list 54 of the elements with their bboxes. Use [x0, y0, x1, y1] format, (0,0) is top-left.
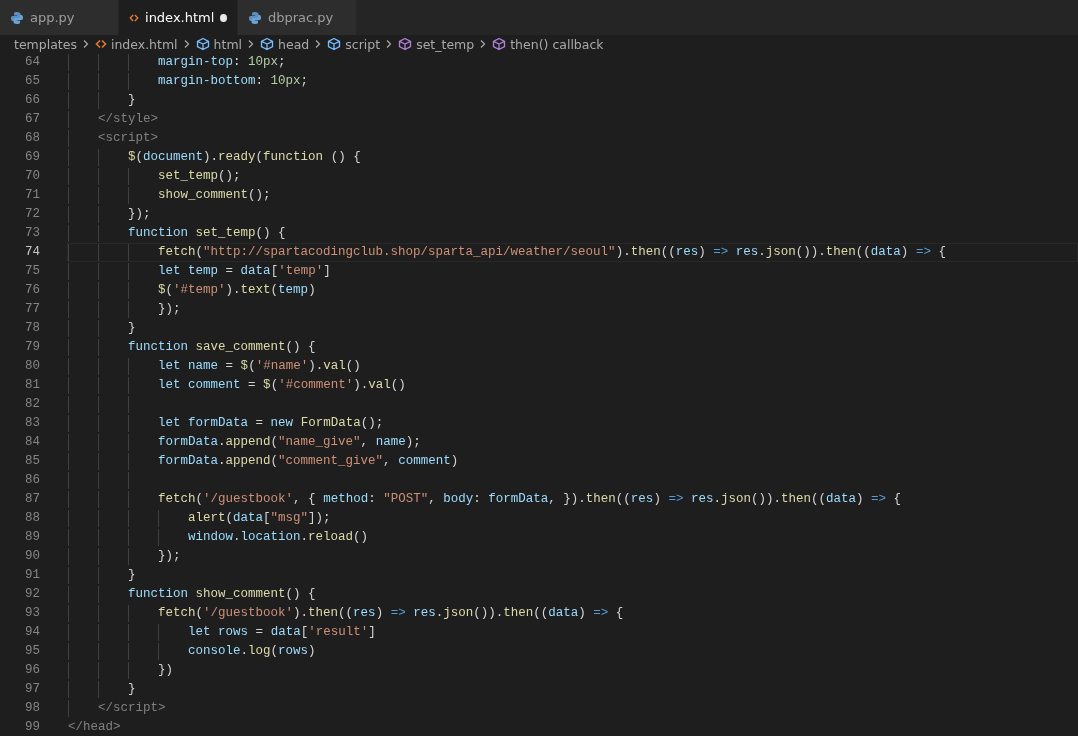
breadcrumb-item[interactable]: templates	[14, 36, 77, 52]
line-number: 84	[24, 434, 40, 451]
line-number: 83	[24, 415, 40, 432]
breadcrumb-item[interactable]: html	[213, 36, 243, 52]
python-icon	[248, 10, 262, 25]
line-number: 91	[24, 567, 40, 584]
line-number: 89	[24, 529, 40, 546]
line-number: 68	[24, 130, 40, 147]
line-number: 67	[24, 111, 40, 128]
line-number: 90	[24, 548, 40, 565]
line-number: 93	[24, 605, 40, 622]
line-number: 71	[24, 187, 40, 204]
file-tab[interactable]: dbprac.py	[238, 0, 357, 35]
line-number: 92	[24, 586, 40, 603]
cube-icon	[398, 37, 413, 51]
line-number: 96	[24, 662, 40, 679]
line-number: 78	[24, 320, 40, 337]
file-tab[interactable]: index.html	[119, 0, 238, 35]
line-number: 87	[24, 491, 40, 508]
line-number: 64	[24, 54, 40, 71]
code-brackets-icon	[94, 38, 107, 50]
line-number: 76	[24, 282, 40, 299]
line-number: 66	[24, 92, 40, 109]
line-number: 95	[24, 643, 40, 660]
breadcrumb-item[interactable]: then() callback	[510, 36, 604, 52]
line-number: 72	[24, 206, 40, 223]
file-tab[interactable]: app.py	[0, 0, 119, 35]
line-number: 88	[24, 510, 40, 527]
line-number: 94	[24, 624, 40, 641]
line-number: 82	[24, 396, 40, 413]
breadcrumb-item[interactable]: script	[345, 36, 381, 52]
line-number: 75	[24, 263, 40, 280]
line-number: 81	[24, 377, 40, 394]
breadcrumb-item[interactable]: set_temp	[416, 36, 475, 52]
breadcrumb-item[interactable]: index.html	[110, 36, 178, 52]
breadcrumb-item[interactable]: head	[278, 36, 310, 52]
line-number: 80	[24, 358, 40, 375]
line-number: 70	[24, 168, 40, 185]
line-number: 77	[24, 301, 40, 318]
line-number: 85	[24, 453, 40, 470]
line-number: 73	[24, 225, 40, 242]
line-number: 65	[24, 73, 40, 90]
cube-icon	[260, 37, 275, 51]
line-number: 86	[24, 472, 40, 489]
cube-icon	[492, 37, 507, 51]
python-icon	[10, 10, 24, 25]
cube-icon	[195, 37, 210, 51]
line-number: 98	[24, 700, 40, 717]
line-number: 97	[24, 681, 40, 698]
line-number: 69	[24, 149, 40, 166]
line-number: 79	[24, 339, 40, 356]
line-number: 74	[24, 244, 40, 261]
cube-icon	[327, 37, 342, 51]
line-number: 99	[24, 719, 40, 736]
